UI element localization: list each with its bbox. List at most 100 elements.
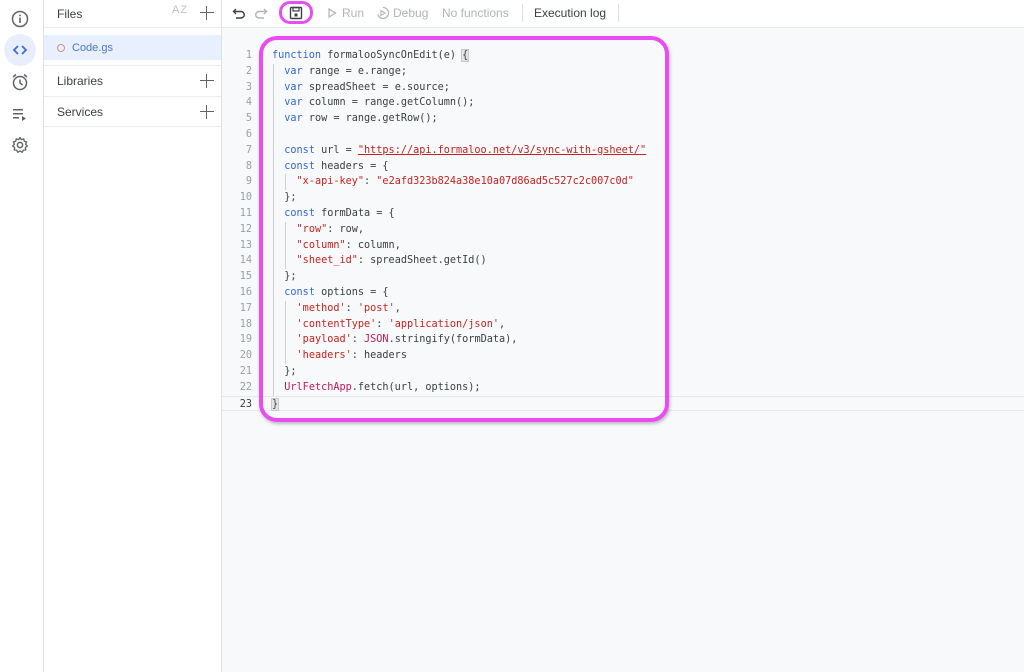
files-header: Files AZ	[44, 0, 221, 28]
executions-button[interactable]	[4, 98, 36, 130]
editor-button[interactable]	[4, 34, 36, 66]
code-line[interactable]: 20 'headers': headers	[222, 348, 1024, 364]
unsaved-file-indicator-icon	[57, 43, 65, 52]
toolbar-divider	[618, 4, 619, 22]
libraries-section[interactable]: Libraries	[44, 65, 221, 96]
code-icon	[12, 45, 28, 55]
line-number: 7	[245, 144, 252, 156]
code-line[interactable]: 11 const formData = {	[222, 206, 1024, 222]
line-number: 8	[245, 160, 252, 172]
code-line[interactable]: 6	[222, 127, 1024, 143]
services-section[interactable]: Services	[44, 96, 221, 127]
line-number: 15	[239, 271, 252, 283]
undo-icon[interactable]	[231, 5, 247, 21]
line-number: 13	[239, 239, 252, 251]
sort-az-icon[interactable]: AZ	[172, 4, 188, 16]
line-number: 23	[239, 398, 252, 410]
indent-guide	[273, 63, 274, 396]
line-number: 19	[239, 334, 252, 346]
indent-guide	[285, 300, 287, 364]
function-select[interactable]: No functions	[442, 6, 509, 20]
run-button[interactable]: Run	[342, 6, 364, 20]
code-line[interactable]: 4 var column = range.getColumn();	[222, 95, 1024, 111]
code-line[interactable]: 2 var range = e.range;	[222, 64, 1024, 80]
execution-log-button[interactable]: Execution log	[534, 6, 606, 20]
alarm-clock-icon	[12, 73, 28, 91]
info-icon	[11, 10, 29, 28]
files-title: Files	[57, 6, 83, 21]
line-text: "sheet_id": spreadSheet.getId()	[296, 255, 487, 267]
indent-guide	[285, 174, 287, 191]
executions-list-icon	[13, 109, 26, 121]
triggers-button[interactable]	[4, 66, 36, 98]
line-text: "column": column,	[296, 239, 401, 251]
code-line[interactable]: 15 };	[222, 269, 1024, 285]
line-text: var column = range.getColumn();	[284, 97, 475, 109]
line-text: const formData = {	[284, 207, 395, 219]
add-library-icon[interactable]	[199, 73, 215, 89]
code-line[interactable]: 5 var row = range.getRow();	[222, 111, 1024, 127]
code-line[interactable]: 16 const options = {	[222, 285, 1024, 301]
line-number: 6	[245, 128, 252, 140]
line-text: 'headers': headers	[296, 350, 407, 362]
code-line[interactable]: 3 var spreadSheet = e.source;	[222, 80, 1024, 96]
line-text: "x-api-key": "e2afd323b824a38e10a07d86ad…	[296, 176, 634, 188]
left-nav-rail	[0, 0, 44, 672]
line-number: 22	[239, 381, 252, 393]
line-number: 1	[245, 50, 252, 61]
line-number: 11	[239, 207, 252, 219]
line-text: 'contentType': 'application/json',	[296, 318, 506, 330]
file-item-code-gs[interactable]: Code.gs	[44, 35, 221, 60]
line-text: };	[272, 365, 297, 377]
line-number: 3	[245, 81, 252, 93]
libraries-label: Libraries	[57, 74, 104, 88]
code-line[interactable]: 14 "sheet_id": spreadSheet.getId()	[222, 253, 1024, 269]
line-text: UrlFetchApp.fetch(url, options);	[284, 381, 481, 393]
code-line[interactable]: 18 'contentType': 'application/json',	[222, 317, 1024, 333]
code-lines[interactable]: 1 function formalooSyncOnEdit(e) { 2 var r…	[222, 48, 1024, 412]
files-panel: Files AZ Code.gs Libraries Services	[44, 0, 222, 672]
code-line[interactable]: 21 };	[222, 364, 1024, 380]
line-text: 'method': 'post',	[296, 302, 401, 314]
project-settings-button[interactable]	[4, 129, 36, 161]
line-number: 10	[239, 192, 252, 204]
editor-toolbar: Run Debug No functions Execution log	[222, 0, 1024, 28]
line-text: 'payload': JSON.stringify(formData),	[296, 334, 518, 346]
code-line[interactable]: 19 'payload': JSON.stringify(formData),	[222, 332, 1024, 348]
save-icon[interactable]	[288, 5, 304, 21]
add-file-icon[interactable]	[199, 5, 215, 21]
line-text: const url = "https://api.formaloo.net/v3…	[284, 144, 647, 156]
line-number: 4	[245, 97, 252, 109]
code-line[interactable]: 23}	[222, 395, 1024, 412]
line-text: function formalooSyncOnEdit(e) {	[272, 49, 470, 62]
line-text: };	[272, 271, 297, 283]
line-number: 9	[245, 176, 252, 188]
code-line[interactable]: 17 'method': 'post',	[222, 301, 1024, 317]
code-line[interactable]: 13 "column": column,	[222, 238, 1024, 254]
line-number: 21	[239, 365, 252, 377]
services-label: Services	[57, 104, 104, 119]
run-icon	[328, 7, 337, 19]
line-text: var spreadSheet = e.source;	[284, 81, 450, 93]
code-line[interactable]: 1 function formalooSyncOnEdit(e) {	[222, 48, 1024, 64]
code-line[interactable]: 8 const headers = {	[222, 159, 1024, 175]
toolbar-divider	[522, 4, 523, 22]
file-name: Code.gs	[72, 41, 113, 54]
line-number: 5	[245, 113, 252, 125]
line-number: 20	[239, 350, 252, 362]
code-editor[interactable]: 1 function formalooSyncOnEdit(e) { 2 var r…	[222, 28, 1024, 672]
debug-icon	[377, 6, 390, 20]
debug-button[interactable]: Debug	[393, 6, 428, 20]
redo-icon[interactable]	[253, 5, 269, 21]
code-line[interactable]: 10 };	[222, 190, 1024, 206]
code-line[interactable]: 22 UrlFetchApp.fetch(url, options);	[222, 380, 1024, 396]
code-line[interactable]: 9 "x-api-key": "e2afd323b824a38e10a07d86…	[222, 174, 1024, 190]
overview-button[interactable]	[4, 3, 36, 35]
add-service-icon[interactable]	[199, 104, 215, 120]
line-number: 16	[239, 286, 252, 298]
gear-icon	[12, 136, 28, 153]
line-number: 14	[239, 255, 252, 267]
code-line[interactable]: 12 "row": row,	[222, 222, 1024, 238]
code-line[interactable]: 7 const url = "https://api.formaloo.net/…	[222, 143, 1024, 159]
line-text: }	[270, 397, 280, 411]
